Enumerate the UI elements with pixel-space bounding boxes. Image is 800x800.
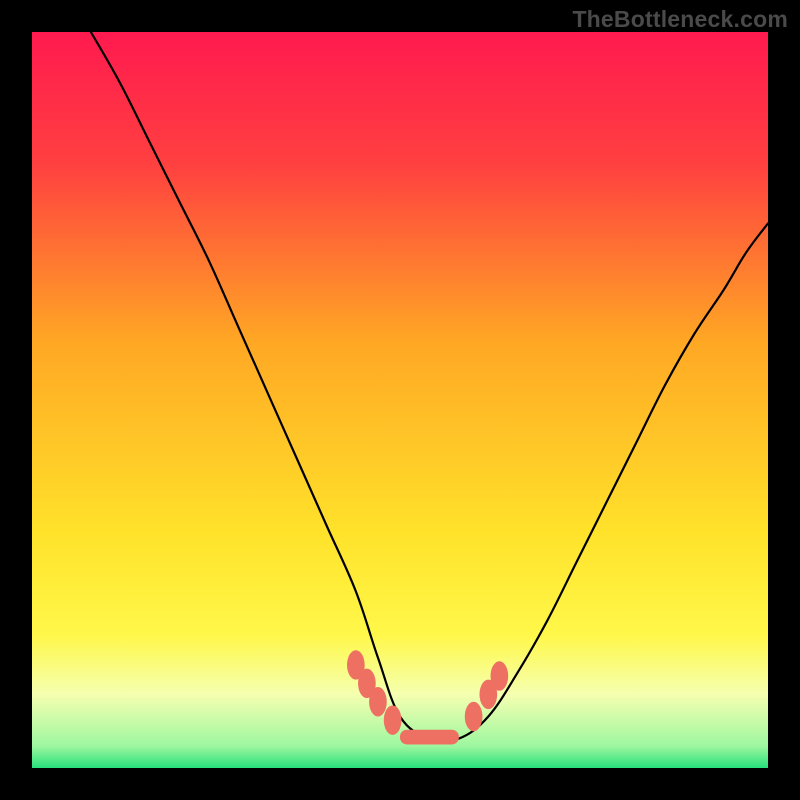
- chart-container: { "watermark": "TheBottleneck.com", "cha…: [0, 0, 800, 800]
- watermark-text: TheBottleneck.com: [572, 6, 788, 33]
- bottleneck-chart: [0, 0, 800, 800]
- trough-marker-dot: [369, 687, 387, 716]
- trough-marker-dot: [465, 702, 483, 731]
- trough-marker-dot: [384, 705, 402, 734]
- trough-marker-dot: [491, 661, 509, 690]
- trough-bar: [400, 730, 459, 745]
